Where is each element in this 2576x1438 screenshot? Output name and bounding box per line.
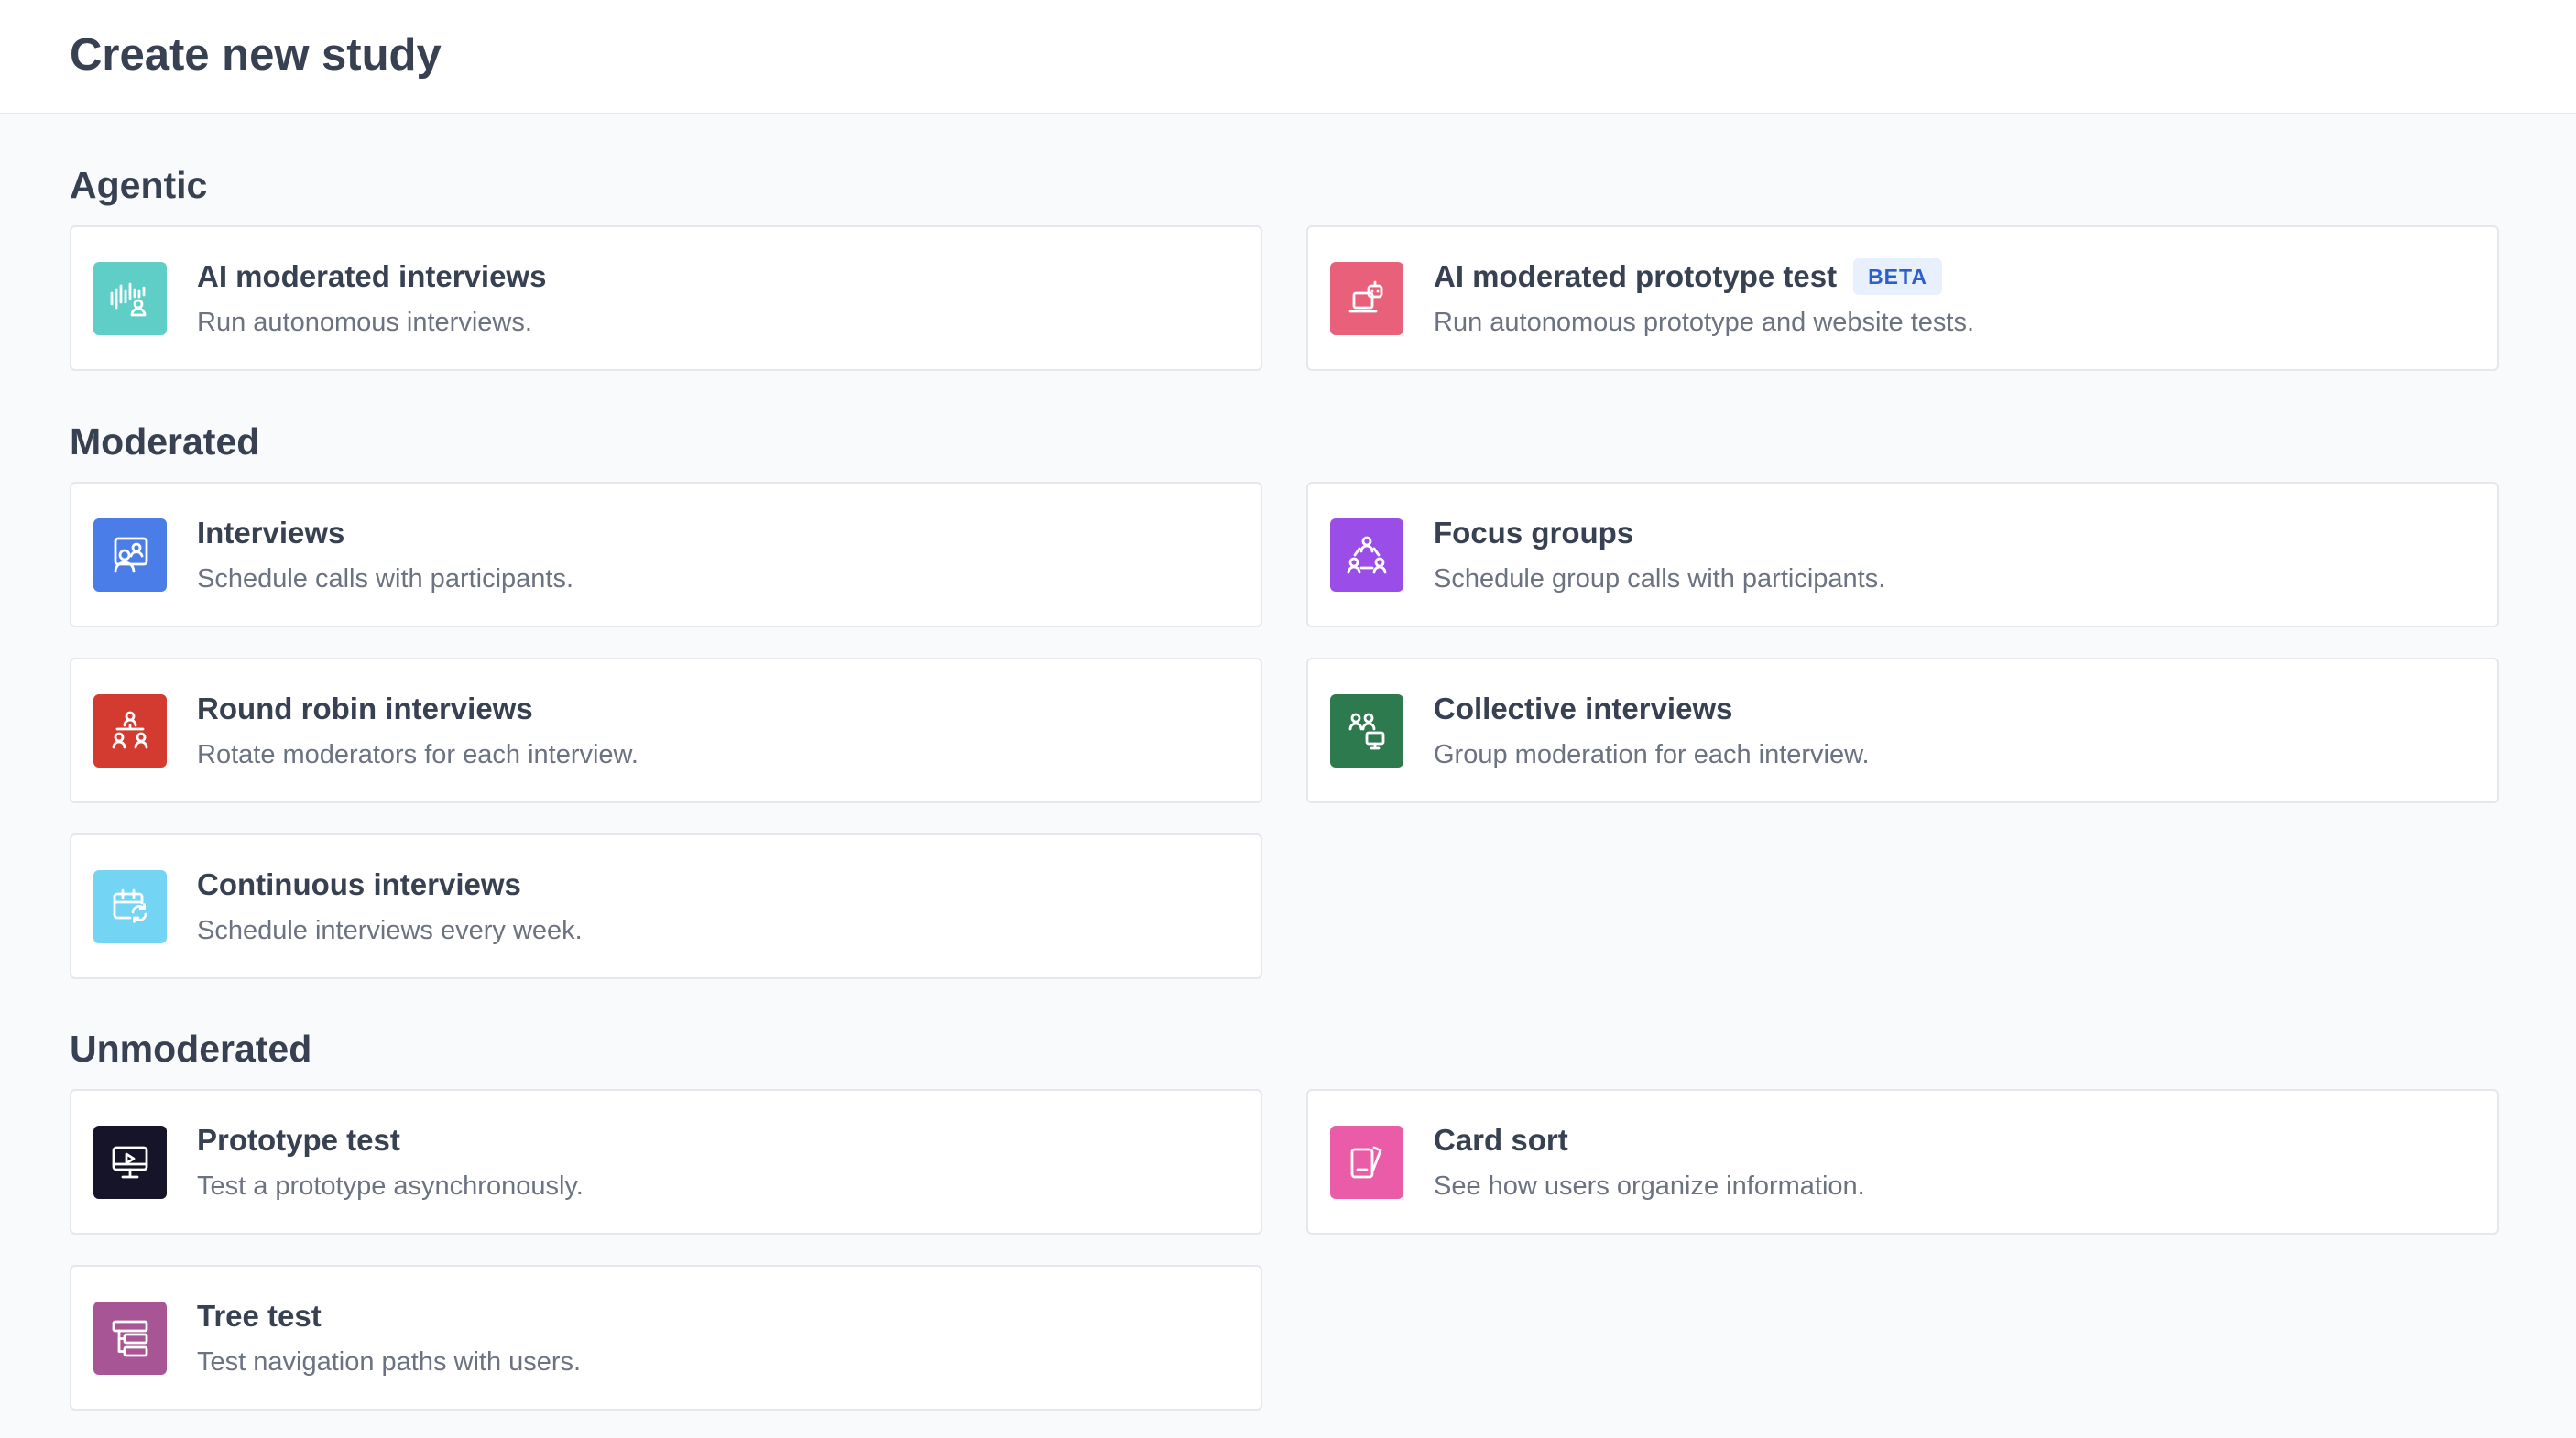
beta-badge: BETA (1853, 258, 1942, 295)
card-description: Run autonomous interviews. (197, 308, 532, 337)
card-title: Focus groups (1434, 516, 1634, 550)
card-continuous-interviews[interactable]: Continuous interviews Schedule interview… (70, 833, 1262, 979)
card-title-row: Focus groups (1434, 513, 1633, 553)
card-title: Prototype test (197, 1123, 400, 1157)
card-prototype-test[interactable]: Prototype test Test a prototype asynchro… (70, 1089, 1262, 1235)
card-title: Collective interviews (1434, 692, 1733, 725)
video-call-icon (93, 518, 167, 592)
card-description: Schedule group calls with participants. (1434, 564, 1886, 594)
card-card-sort[interactable]: Card sort See how users organize informa… (1306, 1089, 2499, 1235)
card-title-row: Collective interviews (1434, 689, 1732, 729)
card-title: Card sort (1434, 1123, 1568, 1157)
group-triangle-icon (1330, 518, 1403, 592)
card-title: Continuous interviews (197, 867, 521, 901)
section-title-unmoderated: Unmoderated (70, 1028, 312, 1070)
hierarchy-people-icon (93, 694, 167, 768)
card-title-row: Card sort (1434, 1120, 1568, 1160)
card-title: Round robin interviews (197, 692, 533, 725)
page-header: Create new study (0, 0, 2576, 114)
card-description: Rotate moderators for each interview. (197, 740, 639, 769)
card-ai-moderated-interviews[interactable]: AI moderated interviews Run autonomous i… (70, 225, 1262, 371)
card-title-row: Interviews (197, 513, 344, 553)
section-title-moderated: Moderated (70, 420, 260, 463)
card-title: Tree test (197, 1299, 322, 1333)
card-description: Group moderation for each interview. (1434, 740, 1870, 769)
tree-list-icon (93, 1302, 167, 1375)
voice-person-icon (93, 262, 167, 335)
card-description: Test a prototype asynchronously. (197, 1171, 584, 1201)
card-title: AI moderated interviews (197, 259, 547, 293)
monitor-play-icon (93, 1126, 167, 1199)
card-description: Schedule interviews every week. (197, 916, 583, 945)
card-focus-groups[interactable]: Focus groups Schedule group calls with p… (1306, 482, 2499, 627)
card-description: Schedule calls with participants. (197, 564, 574, 594)
card-title-row: Round robin interviews (197, 689, 533, 729)
card-title: AI moderated prototype test (1434, 259, 1838, 293)
card-title-row: Continuous interviews (197, 865, 521, 905)
card-title-row: AI moderated prototype test BETA (1434, 256, 1942, 297)
card-title-row: Prototype test (197, 1120, 400, 1160)
card-title-row: AI moderated interviews (197, 256, 546, 297)
section-title-agentic: Agentic (70, 164, 208, 206)
card-collective-interviews[interactable]: Collective interviews Group moderation f… (1306, 658, 2499, 803)
page-title: Create new study (70, 30, 442, 80)
card-tree-test[interactable]: Tree test Test navigation paths with use… (70, 1265, 1262, 1411)
robot-laptop-icon (1330, 262, 1403, 335)
people-monitor-icon (1330, 694, 1403, 768)
card-ai-moderated-prototype-test[interactable]: AI moderated prototype test BETA Run aut… (1306, 225, 2499, 371)
card-description: Run autonomous prototype and website tes… (1434, 308, 1975, 337)
calendar-repeat-icon (93, 870, 167, 943)
card-interviews[interactable]: Interviews Schedule calls with participa… (70, 482, 1262, 627)
card-description: Test navigation paths with users. (197, 1347, 582, 1377)
cards-icon (1330, 1126, 1403, 1199)
card-description: See how users organize information. (1434, 1171, 1865, 1201)
card-title-row: Tree test (197, 1296, 322, 1336)
card-title: Interviews (197, 516, 345, 550)
card-round-robin-interviews[interactable]: Round robin interviews Rotate moderators… (70, 658, 1262, 803)
